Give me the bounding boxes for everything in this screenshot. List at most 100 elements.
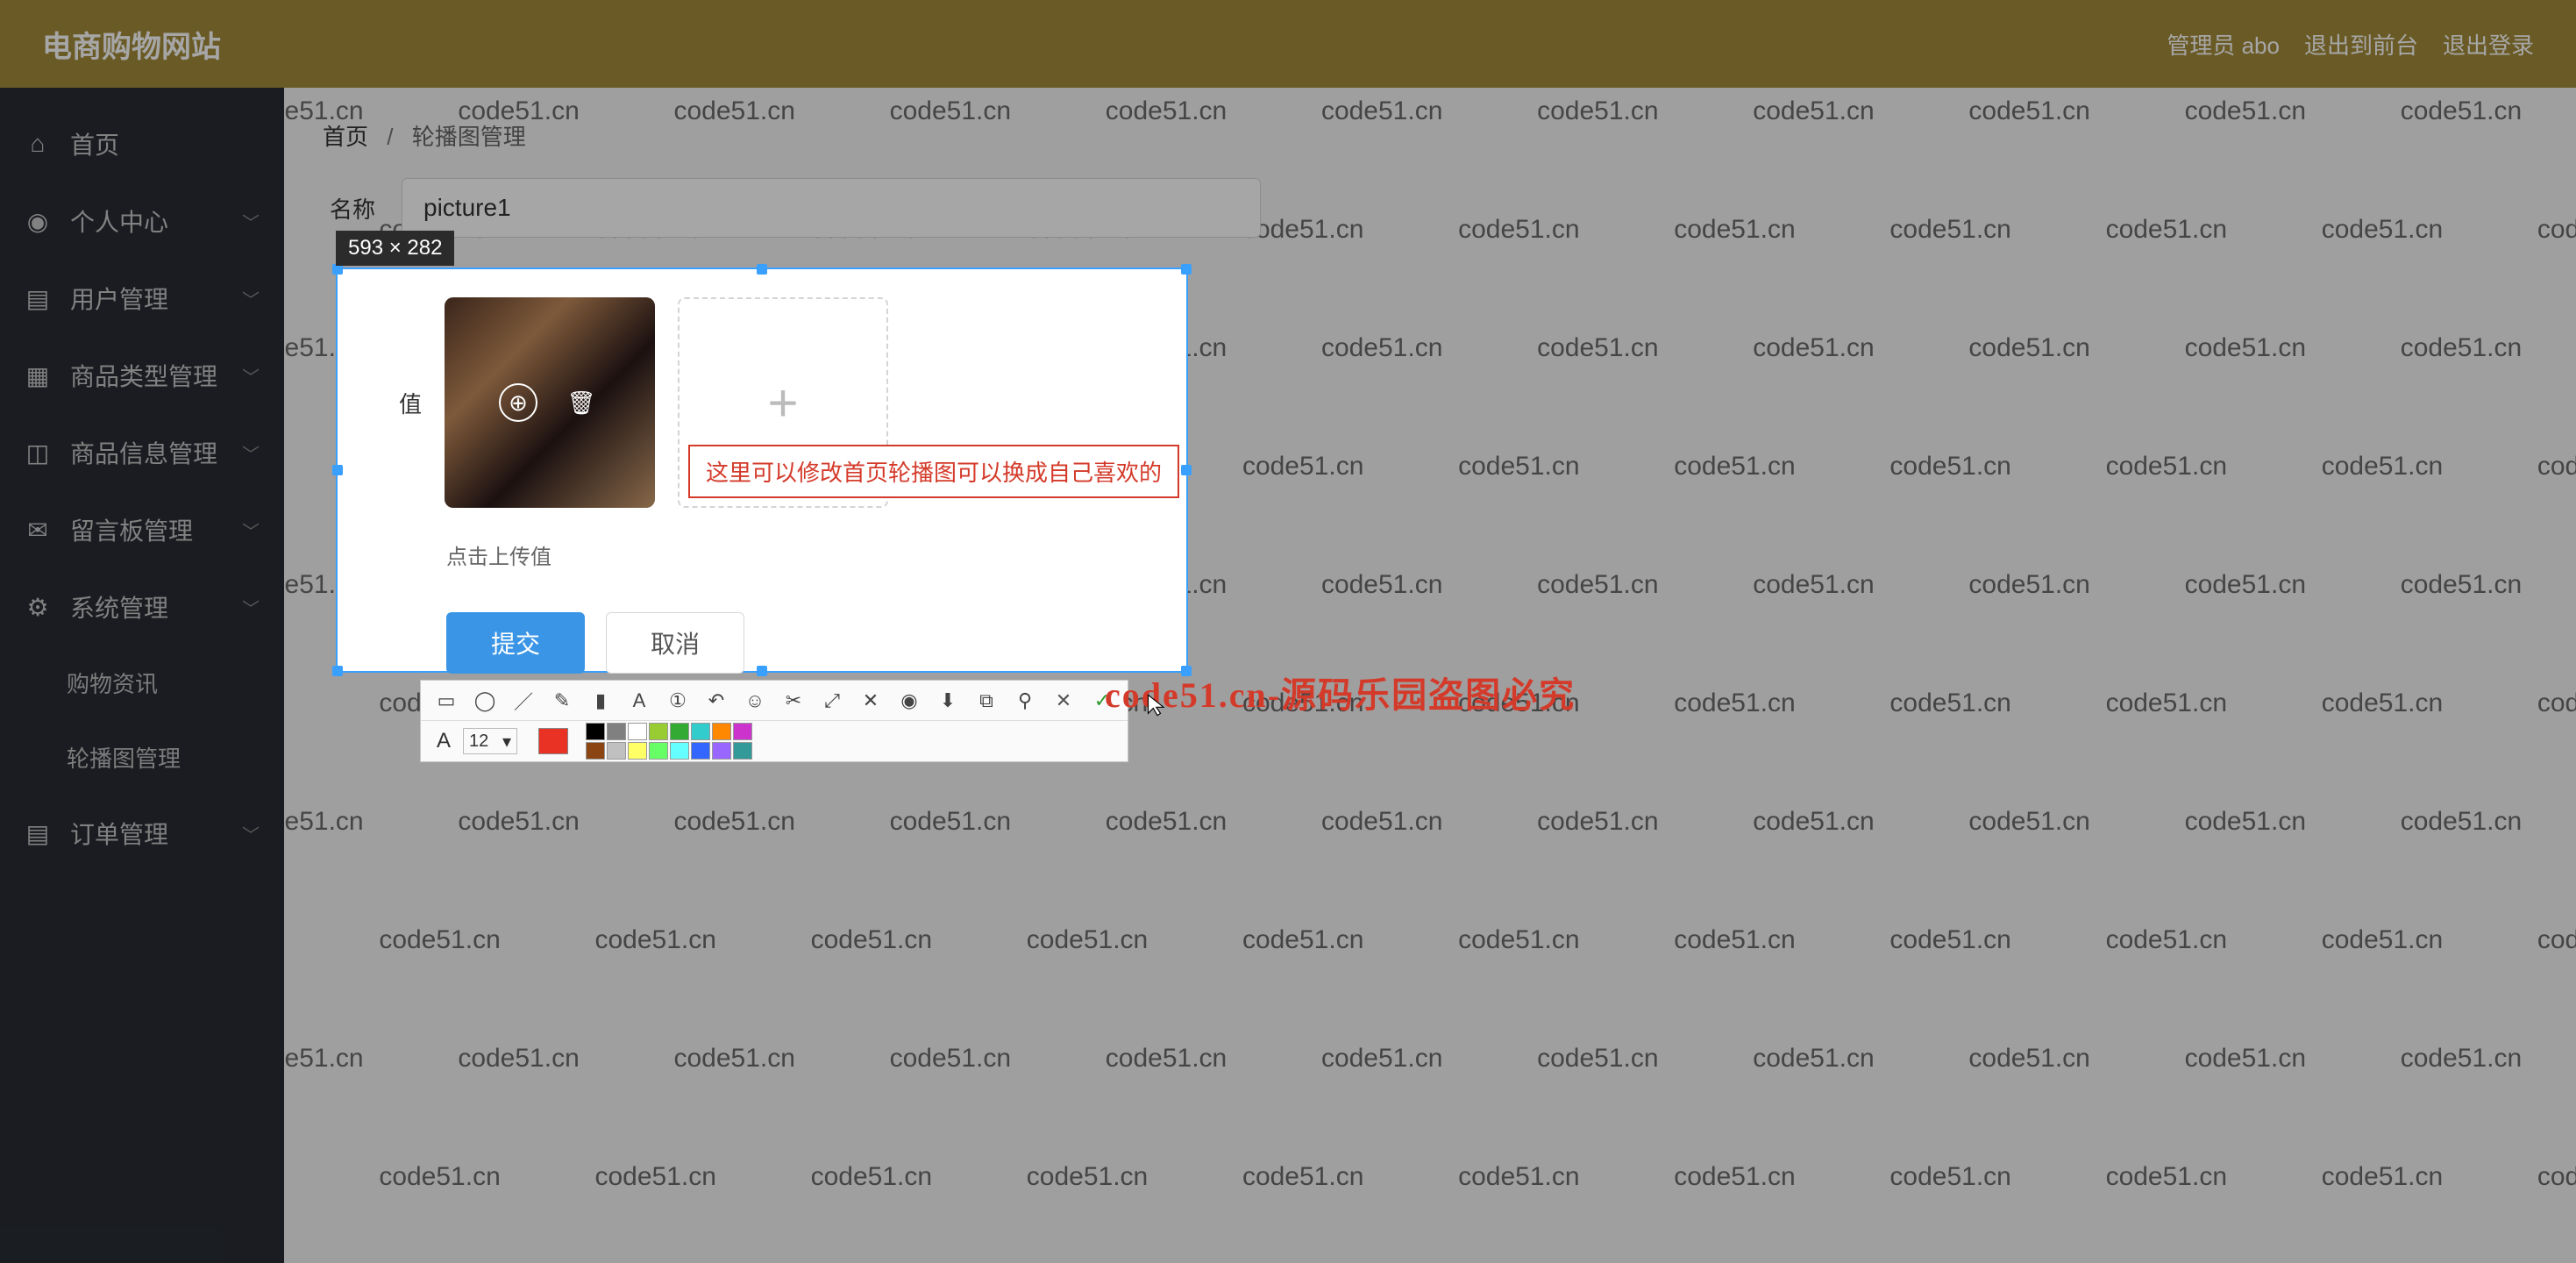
mouse-cursor-icon [1145, 693, 1170, 717]
sidebar-item-label: 系统管理 [70, 589, 168, 624]
breadcrumb-sep: / [387, 124, 393, 150]
tool-expand-button[interactable]: ⤢ [815, 684, 849, 717]
sidebar-item-5[interactable]: ✉ 留言板管理 ﹀ [0, 491, 284, 568]
sidebar-item-7[interactable]: 购物资讯 [0, 646, 284, 720]
chevron-down-icon: ﹀ [242, 517, 260, 543]
annotation-box[interactable]: 这里可以修改首页轮播图可以换成自己喜欢的 [688, 445, 1179, 498]
logout-link[interactable]: 退出登录 [2443, 28, 2534, 61]
palette-swatch-9[interactable] [607, 742, 626, 760]
palette-swatch-4[interactable] [670, 723, 689, 740]
tool-blur-button[interactable]: ◉ [893, 684, 926, 717]
form-row-name: 名称 [323, 178, 2537, 238]
name-input[interactable] [402, 178, 1261, 238]
palette-swatch-2[interactable] [628, 723, 647, 740]
gear-icon: ⚙ [25, 593, 51, 622]
tool-ellipse-button[interactable]: ◯ [468, 684, 502, 717]
current-color-swatch[interactable] [538, 728, 568, 754]
tool-copy-button[interactable]: ⧉ [970, 684, 1003, 717]
selection-content: 值 ⊕ 🗑 + 这里可以修改首页轮播图可以换成自己喜欢的 点击上传值 提交 取消 [338, 269, 1186, 671]
tool-counter-button[interactable]: ① [661, 684, 694, 717]
name-label: 名称 [323, 192, 375, 225]
palette-swatch-0[interactable] [586, 723, 605, 740]
chevron-down-icon: ﹀ [242, 209, 260, 234]
palette-swatch-6[interactable] [712, 723, 731, 740]
header-right: 管理员 abo 退出到前台 退出登录 [2167, 28, 2534, 61]
palette-swatch-12[interactable] [670, 742, 689, 760]
tool-rect-button[interactable]: ▭ [430, 684, 463, 717]
palette-swatch-14[interactable] [712, 742, 731, 760]
sidebar-item-8[interactable]: 轮播图管理 [0, 720, 284, 795]
chat-icon: ✉ [25, 516, 51, 545]
selection-dimensions-badge: 593 × 282 [336, 231, 454, 266]
palette-swatch-3[interactable] [649, 723, 668, 740]
palette-swatch-5[interactable] [691, 723, 710, 740]
chevron-down-icon: ﹀ [242, 821, 260, 846]
exit-to-frontend-link[interactable]: 退出到前台 [2304, 28, 2418, 61]
breadcrumb-current: 轮播图管理 [412, 124, 526, 150]
chevron-down-icon: ﹀ [242, 440, 260, 466]
center-watermark: code51.cn-源码乐园盗图必究 [1105, 667, 1576, 717]
order-icon: ▤ [25, 819, 51, 848]
sidebar-item-4[interactable]: ◫商品信息管理﹀ [0, 414, 284, 491]
palette-swatch-8[interactable] [586, 742, 605, 760]
thumbnail-overlay: ⊕ 🗑 [445, 297, 655, 508]
site-brand: 电商购物网站 [42, 23, 221, 66]
top-header: 电商购物网站 管理员 abo 退出到前台 退出登录 [0, 0, 2576, 88]
font-indicator: A [430, 729, 458, 753]
delete-icon[interactable]: 🗑 [562, 383, 601, 422]
value-label: 值 [369, 387, 422, 419]
sidebar-item-0[interactable]: ⌂首页 [0, 105, 284, 182]
users-icon: ▤ [25, 284, 51, 313]
tool-crop-button[interactable]: ✂ [777, 684, 810, 717]
font-size-select[interactable]: 12 ▾ [463, 728, 517, 754]
sidebar-item-9[interactable]: ▤ 订单管理 ﹀ [0, 795, 284, 872]
tool-text-button[interactable]: A [623, 684, 656, 717]
tool-close-button[interactable]: ✕ [1047, 684, 1080, 717]
sidebar-item-6[interactable]: ⚙ 系统管理 ﹀ [0, 568, 284, 646]
sidebar-item-label: 轮播图管理 [67, 741, 181, 774]
sidebar-item-label: 首页 [70, 126, 119, 161]
breadcrumb: 首页 / 轮播图管理 [323, 119, 2537, 152]
font-size-value: 12 [469, 731, 488, 752]
palette-swatch-11[interactable] [649, 742, 668, 760]
cancel-button[interactable]: 取消 [606, 612, 744, 674]
sidebar-item-1[interactable]: ◉ 个人中心 ﹀ [0, 182, 284, 260]
palette-swatch-15[interactable] [733, 742, 752, 760]
sidebar-item-label: 商品类型管理 [70, 358, 217, 393]
tool-marker-button[interactable]: ▮ [584, 684, 617, 717]
grid-icon: ▦ [25, 361, 51, 390]
form-buttons: 提交 取消 [446, 612, 1155, 674]
chevron-down-icon: ﹀ [242, 286, 260, 311]
tool-pin-button[interactable]: ⚲ [1008, 684, 1042, 717]
tool-arrow-x-button[interactable]: ✕ [854, 684, 887, 717]
plus-icon: + [767, 373, 798, 433]
palette-swatch-10[interactable] [628, 742, 647, 760]
zoom-icon[interactable]: ⊕ [499, 383, 537, 422]
sidebar-nav: ⌂首页◉个人中心﹀▤用户管理﹀▦商品类型管理﹀◫商品信息管理﹀✉留言板管理﹀⚙系… [0, 88, 284, 1263]
palette-swatch-1[interactable] [607, 723, 626, 740]
tool-download-button[interactable]: ⬇ [931, 684, 964, 717]
sidebar-item-3[interactable]: ▦商品类型管理﹀ [0, 337, 284, 414]
tool-sticker-button[interactable]: ☺ [738, 684, 772, 717]
sidebar-item-label: 用户管理 [70, 281, 168, 316]
sidebar-item-label: 个人中心 [70, 203, 168, 239]
submit-button[interactable]: 提交 [446, 612, 585, 674]
chevron-down-icon: ﹀ [242, 595, 260, 620]
palette-swatch-13[interactable] [691, 742, 710, 760]
sidebar-item-label: 订单管理 [70, 816, 168, 851]
user-icon: ◉ [25, 207, 51, 236]
sidebar-item-2[interactable]: ▤ 用户管理 ﹀ [0, 260, 284, 337]
admin-name[interactable]: 管理员 abo [2167, 28, 2280, 61]
breadcrumb-root[interactable]: 首页 [323, 124, 368, 150]
tool-pen-button[interactable]: ✎ [545, 684, 579, 717]
upload-tip: 点击上传值 [446, 539, 1155, 570]
tool-undo-button[interactable]: ↶ [700, 684, 733, 717]
image-thumbnail[interactable]: ⊕ 🗑 [445, 297, 655, 508]
toolbar-style-row: A 12 ▾ [421, 721, 1128, 761]
screenshot-selection-box[interactable]: 593 × 282 值 ⊕ 🗑 + 这里可以修改首页轮播图可以换成自己喜欢的 点… [336, 268, 1188, 673]
tool-line-button[interactable]: ／ [507, 684, 540, 717]
screenshot-toolbar: ▭◯／✎▮A①↶☺✂⤢✕◉⬇⧉⚲✕✓ A 12 ▾ [420, 680, 1128, 762]
sidebar-item-label: 购物资讯 [67, 667, 158, 699]
sidebar-item-label: 留言板管理 [70, 512, 193, 547]
palette-swatch-7[interactable] [733, 723, 752, 740]
